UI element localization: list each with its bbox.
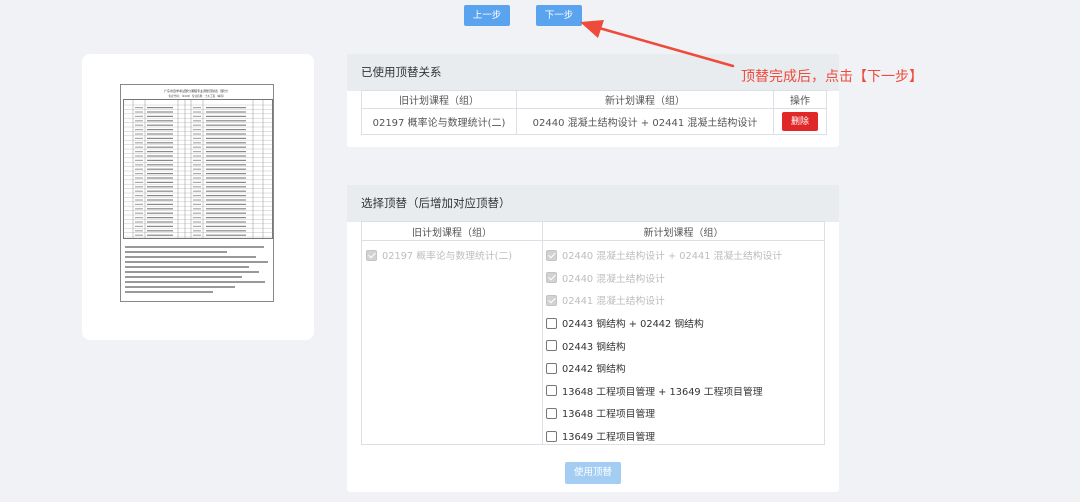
checkbox <box>546 272 557 284</box>
new-course-options: 02440 混凝土结构设计 + 02441 混凝土结构设计 02440 混凝土结构… <box>543 241 824 444</box>
checkbox[interactable] <box>546 340 557 352</box>
options-body: 02197 概率论与数理统计(二) 02440 混凝土结构设计 + 02441 … <box>362 241 824 444</box>
use-replacement-button[interactable]: 使用顶替 <box>565 462 621 484</box>
list-item[interactable]: 02443 钢结构 + 02442 钢结构 <box>546 312 824 335</box>
table-header-row: 旧计划课程（组） 新计划课程（组） <box>362 222 824 241</box>
new-course-cell: 02440 混凝土结构设计 + 02441 混凝土结构设计 <box>517 109 774 134</box>
document-thumbnail[interactable]: 广东省自学考试部分课程专业调整顶替表（部分） 专业代码：（2020）专业名称：土… <box>120 84 274 302</box>
option-label: 13649 工程项目管理 <box>562 432 656 444</box>
checkbox[interactable] <box>546 407 557 419</box>
used-replacement-table: 旧计划课程（组） 新计划课程（组） 操作 02197 概率论与数理统计(二) 0… <box>361 90 827 135</box>
list-item[interactable]: 13648 工程项目管理 <box>546 402 824 425</box>
document-table-graphic <box>123 99 273 239</box>
list-item: 02440 混凝土结构设计 <box>546 267 824 290</box>
column-header-old: 旧计划课程（组） <box>362 222 543 240</box>
checkbox <box>546 294 557 306</box>
select-panel-title: 选择顶替（后增加对应顶替） <box>347 185 839 222</box>
option-label: 02440 混凝土结构设计 <box>562 273 665 285</box>
prev-step-button[interactable]: 上一步 <box>464 5 510 26</box>
option-label: 02197 概率论与数理统计(二) <box>382 251 513 263</box>
old-course-cell: 02197 概率论与数理统计(二) <box>362 109 517 134</box>
column-header-new: 新计划课程（组） <box>643 227 724 239</box>
table-header-row: 旧计划课程（组） 新计划课程（组） 操作 <box>362 91 826 109</box>
option-label: 13648 工程项目管理 <box>562 409 656 421</box>
document-subtitle: 专业代码：（2020）专业名称：土木工程（本科） <box>168 95 226 98</box>
list-item: 02441 混凝土结构设计 <box>546 289 824 312</box>
column-header-action: 操作 <box>790 96 810 107</box>
table-row: 02197 概率论与数理统计(二) 02440 混凝土结构设计 + 02441 … <box>362 109 826 134</box>
list-item[interactable]: 02442 钢结构 <box>546 357 824 380</box>
document-notes-graphic <box>125 243 271 296</box>
list-item: 02440 混凝土结构设计 + 02441 混凝土结构设计 <box>546 244 824 267</box>
list-item[interactable]: 13648 工程项目管理 + 13649 工程项目管理 <box>546 380 824 403</box>
checkbox[interactable] <box>546 385 557 397</box>
option-label: 02440 混凝土结构设计 + 02441 混凝土结构设计 <box>562 251 783 263</box>
select-replacement-table: 旧计划课程（组） 新计划课程（组） 02197 概率论与数理统计(二) 0244… <box>361 221 825 445</box>
option-label: 02443 钢结构 + 02442 钢结构 <box>562 319 704 331</box>
document-title: 广东省自学考试部分课程专业调整顶替表（部分） <box>163 89 230 93</box>
column-header-new: 新计划课程（组） <box>517 91 774 108</box>
column-header-old: 旧计划课程（组） <box>362 91 517 108</box>
option-label: 02441 混凝土结构设计 <box>562 296 665 308</box>
checkbox <box>546 249 557 261</box>
option-label: 02443 钢结构 <box>562 341 626 353</box>
checkbox <box>366 249 377 261</box>
option-label: 13648 工程项目管理 + 13649 工程项目管理 <box>562 386 763 398</box>
instruction-annotation: 顶替完成后，点击【下一步】 <box>741 69 923 85</box>
list-item[interactable]: 02443 钢结构 <box>546 334 824 357</box>
delete-button[interactable]: 删除 <box>782 112 818 131</box>
list-item: 02197 概率论与数理统计(二) <box>366 244 542 267</box>
checkbox[interactable] <box>546 317 557 329</box>
annotation-arrow-icon <box>580 20 735 68</box>
list-item[interactable]: 13649 工程项目管理 <box>546 425 824 448</box>
checkbox[interactable] <box>546 362 557 374</box>
old-course-options: 02197 概率论与数理统计(二) <box>362 241 543 444</box>
next-step-button[interactable]: 下一步 <box>536 5 582 26</box>
select-replacement-panel: 选择顶替（后增加对应顶替） 旧计划课程（组） 新计划课程（组） 02197 概率… <box>347 185 839 492</box>
action-cell: 删除 <box>774 109 826 134</box>
option-label: 02442 钢结构 <box>562 364 626 376</box>
checkbox[interactable] <box>546 430 557 442</box>
